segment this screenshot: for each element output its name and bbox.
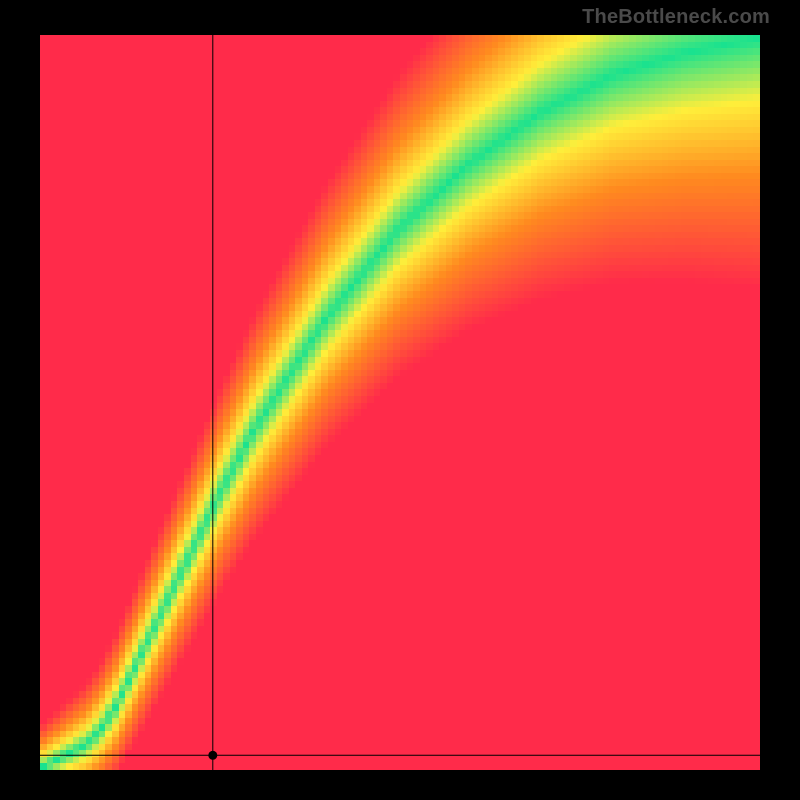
watermark-text: TheBottleneck.com	[582, 6, 770, 29]
chart-frame: TheBottleneck.com	[0, 0, 800, 800]
heatmap-canvas	[40, 35, 760, 770]
plot-area	[40, 35, 760, 770]
